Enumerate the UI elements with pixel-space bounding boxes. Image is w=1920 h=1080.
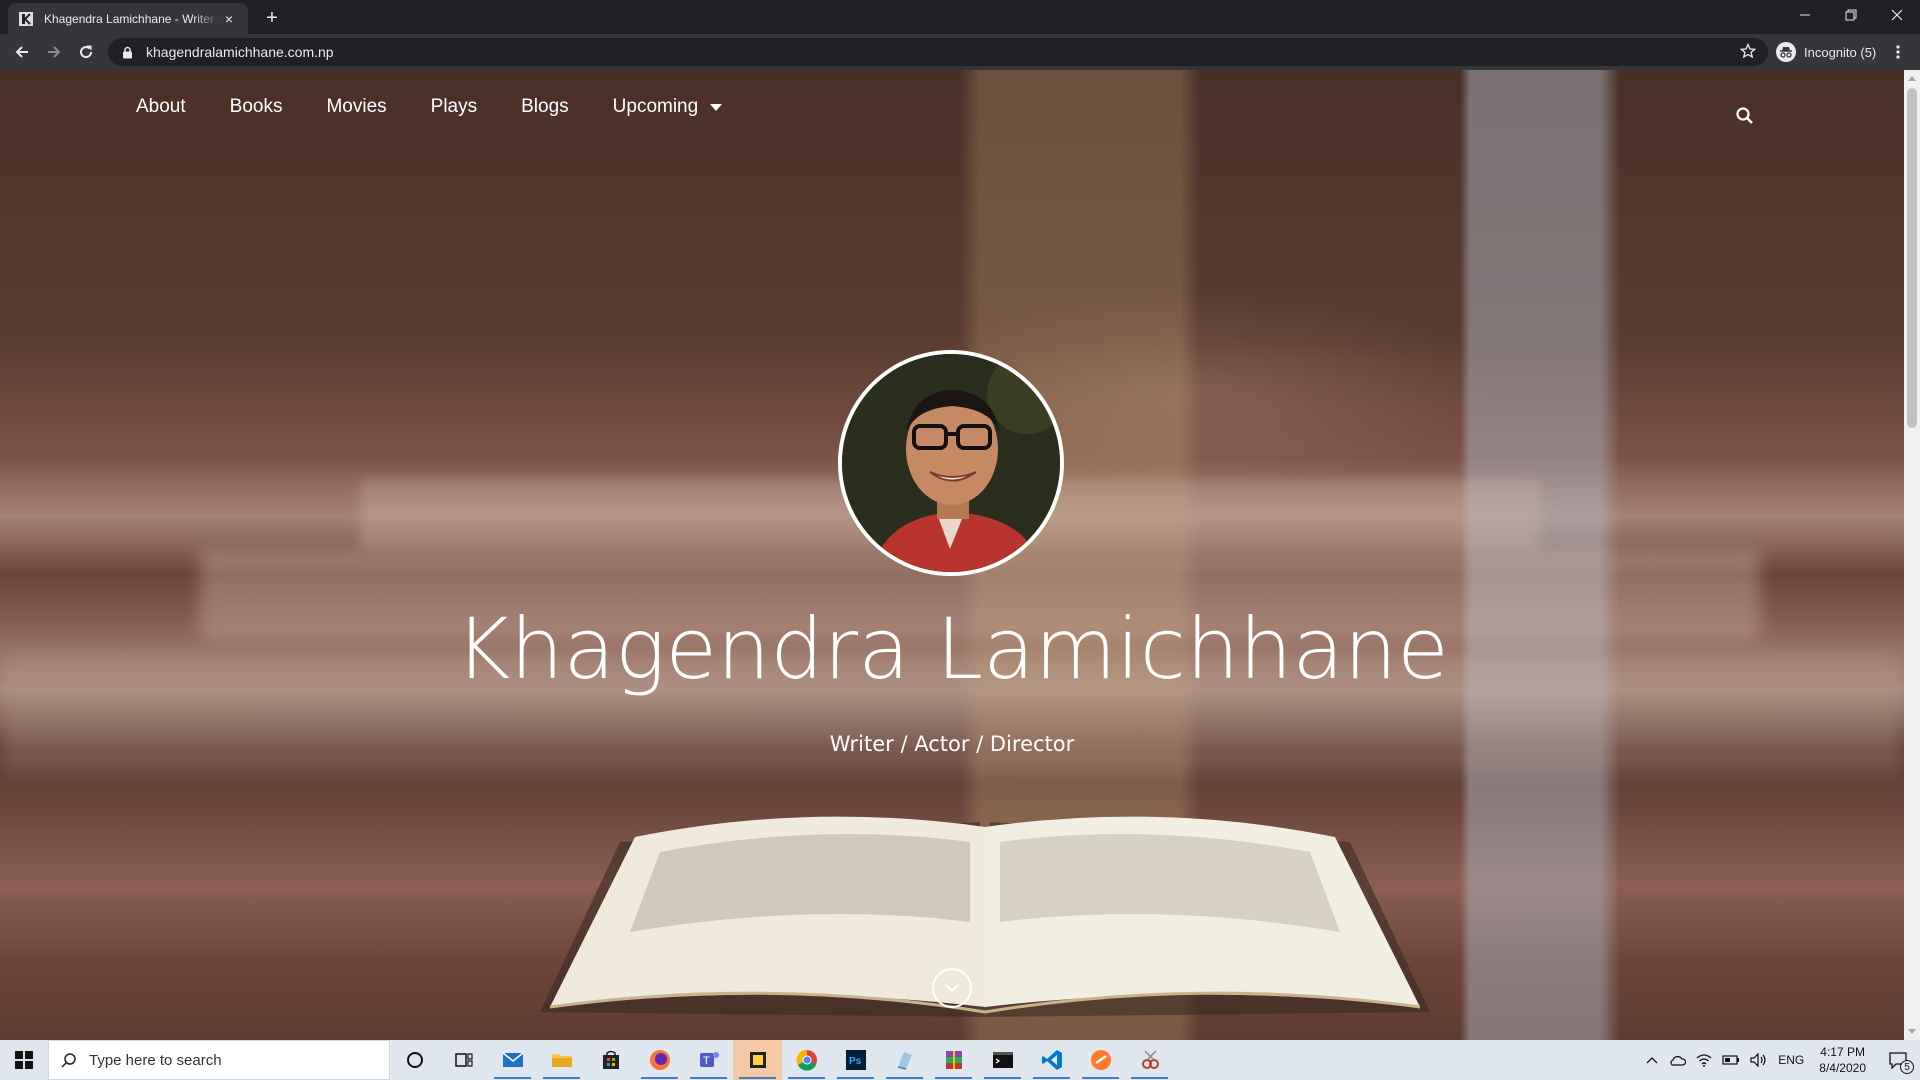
- new-tab-button[interactable]: +: [258, 4, 286, 32]
- incognito-label: Incognito (5): [1804, 44, 1877, 60]
- file-explorer-icon[interactable]: [537, 1040, 586, 1080]
- taskbar-clock[interactable]: 4:17 PM 8/4/2020: [1809, 1044, 1876, 1076]
- cortana-icon[interactable]: [390, 1040, 439, 1080]
- search-icon[interactable]: [1735, 106, 1757, 128]
- chevron-down-icon: [945, 984, 959, 993]
- minimize-icon[interactable]: [1782, 0, 1828, 30]
- clock-date: 8/4/2020: [1819, 1061, 1866, 1075]
- snipping-tool-icon[interactable]: [1125, 1040, 1174, 1080]
- scroll-up-arrow-icon[interactable]: [1908, 76, 1916, 81]
- close-window-icon[interactable]: [1874, 0, 1920, 30]
- wifi-icon[interactable]: [1691, 1040, 1717, 1080]
- nav-plays[interactable]: Plays: [431, 96, 477, 118]
- nav-upcoming[interactable]: Upcoming: [613, 96, 723, 118]
- sticky-notes-icon[interactable]: [733, 1040, 782, 1080]
- browser-menu-icon[interactable]: [1886, 40, 1910, 64]
- photoshop-icon[interactable]: Ps: [831, 1040, 880, 1080]
- browser-tab-strip: Khagendra Lamichhane - Writer / Actor / …: [0, 0, 1920, 34]
- taskbar-search-box[interactable]: Type here to search: [48, 1040, 390, 1080]
- search-icon: [61, 1053, 76, 1068]
- scroll-down-button[interactable]: [932, 968, 972, 1008]
- back-icon[interactable]: [8, 38, 36, 66]
- address-bar[interactable]: khagendralamichhane.com.np: [108, 38, 1768, 66]
- vscode-icon[interactable]: [1027, 1040, 1076, 1080]
- store-icon[interactable]: [586, 1040, 635, 1080]
- browser-tab[interactable]: Khagendra Lamichhane - Writer / Actor / …: [8, 3, 248, 34]
- teams-icon[interactable]: T: [684, 1040, 733, 1080]
- nav-movies[interactable]: Movies: [326, 96, 386, 118]
- language-indicator[interactable]: ENG: [1773, 1040, 1809, 1080]
- svg-text:Ps: Ps: [849, 1056, 862, 1067]
- mail-icon[interactable]: [488, 1040, 537, 1080]
- battery-icon[interactable]: [1717, 1040, 1745, 1080]
- firefox-icon[interactable]: [635, 1040, 684, 1080]
- winrar-icon[interactable]: [929, 1040, 978, 1080]
- task-view-icon[interactable]: [439, 1040, 488, 1080]
- scroll-down-arrow-icon[interactable]: [1908, 1029, 1916, 1034]
- volume-icon[interactable]: [1745, 1040, 1773, 1080]
- hero-name: Khagendra Lamichhane: [455, 600, 1449, 698]
- nav-blogs[interactable]: Blogs: [521, 96, 569, 118]
- windows-taskbar: Type here to search T Ps ENG 4:17 PM 8/4…: [0, 1040, 1920, 1080]
- scrollbar-thumb[interactable]: [1907, 88, 1917, 428]
- sublime-icon[interactable]: [1076, 1040, 1125, 1080]
- notepad-icon[interactable]: [880, 1040, 929, 1080]
- incognito-icon: [1776, 42, 1796, 62]
- onedrive-icon[interactable]: [1663, 1040, 1691, 1080]
- main-nav: About Books Movies Plays Blogs Upcoming: [136, 96, 766, 118]
- nav-books[interactable]: Books: [230, 96, 283, 118]
- hero-subtitle: Writer / Actor / Director: [829, 732, 1075, 756]
- page-scrollbar[interactable]: [1904, 70, 1920, 1040]
- forward-icon[interactable]: [40, 38, 68, 66]
- notification-count-badge: 5: [1900, 1060, 1914, 1074]
- system-tray: ENG 4:17 PM 8/4/2020 5: [1641, 1040, 1920, 1080]
- incognito-badge[interactable]: Incognito (5): [1770, 38, 1884, 66]
- profile-photo: [838, 350, 1064, 576]
- reload-icon[interactable]: [72, 38, 100, 66]
- dropdown-caret-icon: [710, 103, 723, 111]
- hero-section: About Books Movies Plays Blogs Upcoming …: [0, 70, 1904, 1040]
- show-hidden-icons-chevron-icon[interactable]: [1641, 1040, 1663, 1080]
- url-text: khagendralamichhane.com.np: [146, 44, 334, 60]
- nav-about[interactable]: About: [136, 96, 186, 118]
- chrome-icon[interactable]: [782, 1040, 831, 1080]
- tab-title: Khagendra Lamichhane - Writer / Actor / …: [44, 11, 220, 26]
- windows-start-icon[interactable]: [0, 1040, 48, 1080]
- clock-time: 4:17 PM: [1820, 1045, 1865, 1059]
- svg-text:T: T: [703, 1055, 710, 1067]
- action-center-icon[interactable]: 5: [1876, 1040, 1920, 1080]
- restore-icon[interactable]: [1828, 0, 1874, 30]
- taskbar-search-placeholder: Type here to search: [89, 1051, 222, 1069]
- lock-icon: [122, 45, 136, 59]
- site-favicon-icon: [18, 11, 34, 27]
- terminal-icon[interactable]: [978, 1040, 1027, 1080]
- bookmark-star-icon[interactable]: [1739, 42, 1757, 64]
- browser-toolbar: khagendralamichhane.com.np Incognito (5): [0, 34, 1920, 70]
- nav-upcoming-label: Upcoming: [612, 96, 699, 117]
- tab-close-icon[interactable]: ×: [220, 11, 238, 27]
- open-book-image: [540, 816, 1430, 1017]
